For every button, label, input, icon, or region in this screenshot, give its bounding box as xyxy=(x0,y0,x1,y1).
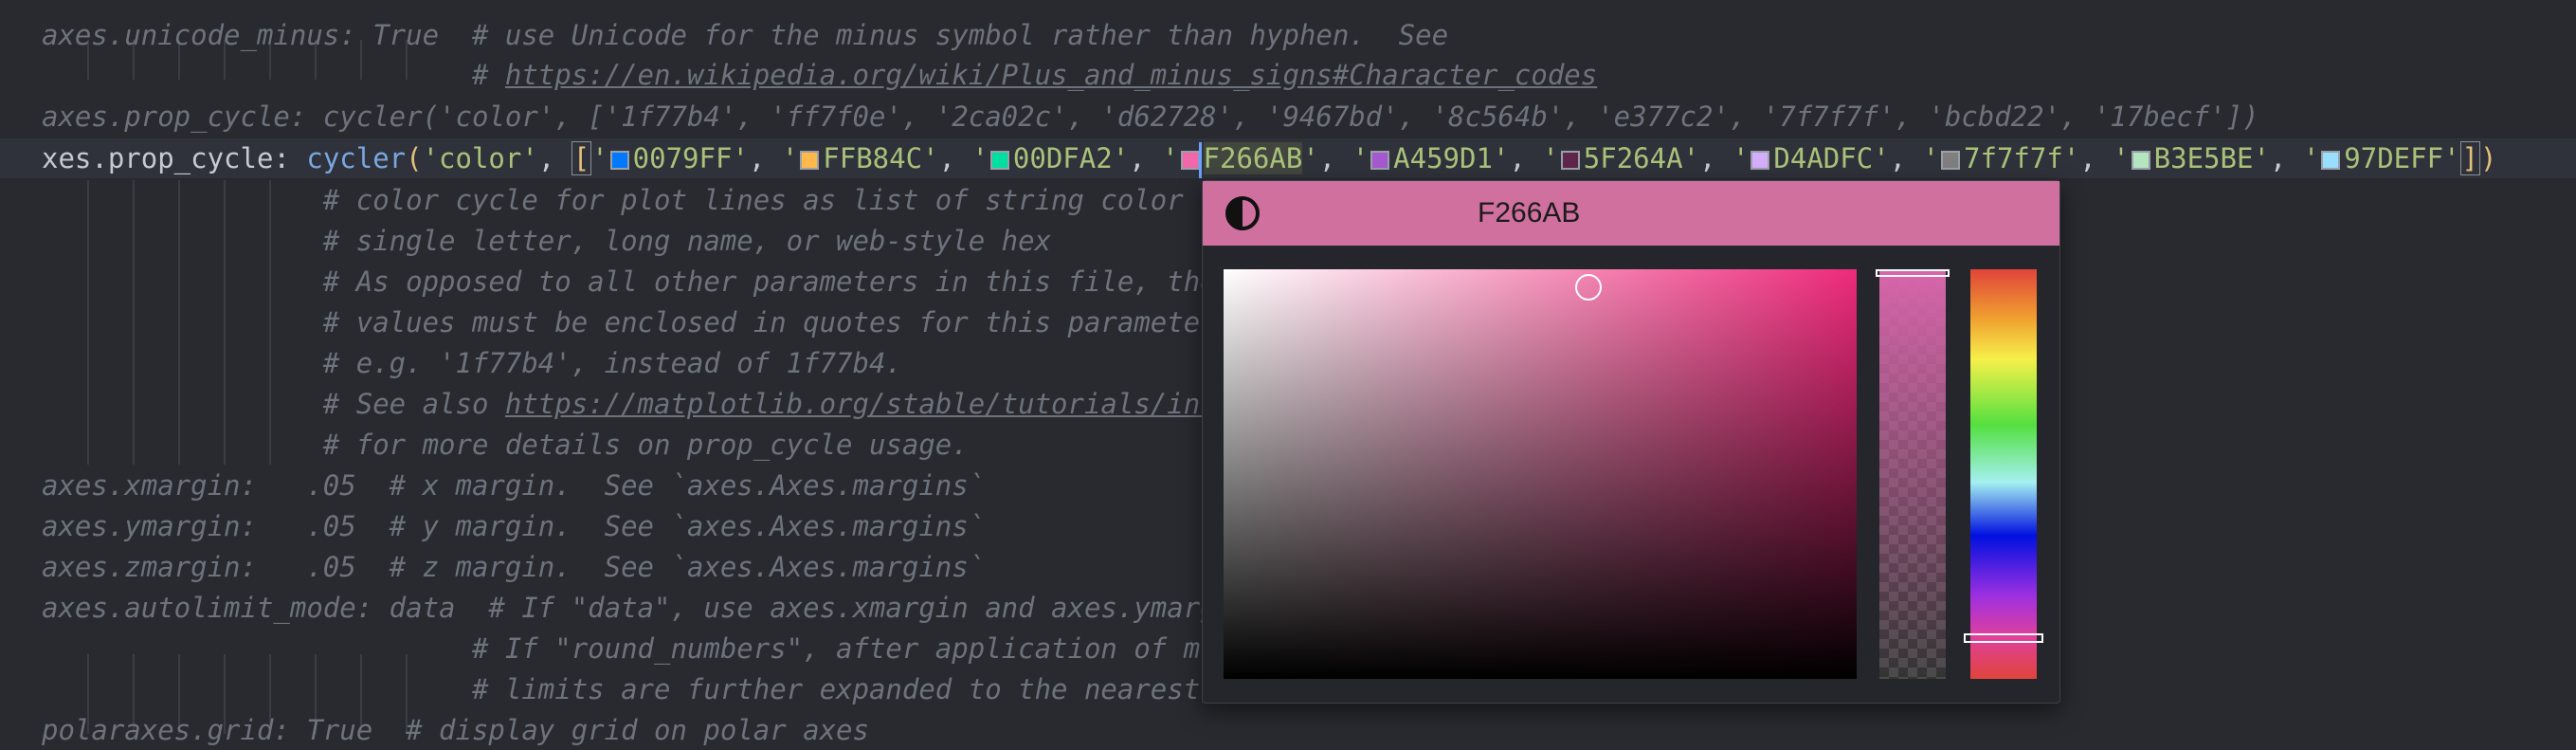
color-hex: FFB84C xyxy=(823,142,923,174)
color-swatch-icon[interactable] xyxy=(1751,151,1770,170)
color-swatch-icon[interactable] xyxy=(989,151,1009,170)
code-line-18: polaraxes.grid: True # display grid on p… xyxy=(42,714,869,746)
opacity-slider[interactable] xyxy=(1879,269,1946,679)
color-entry[interactable]: ' D4ADFC' xyxy=(1732,142,1890,174)
code-line-10: # See also https://matplotlib.org/stable… xyxy=(42,388,1217,420)
param-key: xes.prop_cycle xyxy=(42,142,274,174)
color-entry[interactable]: ' B3E5BE' xyxy=(2113,142,2270,174)
hex-value-label[interactable]: F266AB xyxy=(1478,181,1580,246)
code-line-16: # If "round_numbers", after application … xyxy=(42,632,1201,665)
color-entry[interactable]: ' 5F264A' xyxy=(1542,142,1699,174)
color-hex: D4ADFC xyxy=(1773,142,1874,174)
code-line-9: # e.g. '1f77b4', instead of 1f77b4. xyxy=(42,347,902,379)
color-swatch-icon[interactable] xyxy=(2321,151,2341,170)
color-swatch-icon[interactable] xyxy=(800,151,820,170)
opacity-slider-handle[interactable] xyxy=(1876,269,1950,277)
color-entry[interactable]: ' 0079FF' xyxy=(591,142,749,174)
text-caret xyxy=(1199,142,1202,178)
active-code-line[interactable]: xes.prop_cycle: cycler('color', [' 0079FF… xyxy=(0,138,2576,178)
color-swatch-icon[interactable] xyxy=(1180,151,1200,170)
matplotlib-link[interactable]: https://matplotlib.org/stable/tutorials/… xyxy=(505,388,1217,420)
color-entry[interactable]: ' A459D1' xyxy=(1352,142,1510,174)
color-entry[interactable]: ' 7f7f7f' xyxy=(1923,142,2080,174)
color-hex: A459D1 xyxy=(1393,142,1493,174)
comment-prefix: # xyxy=(42,59,505,91)
code-line-7: # As opposed to all other parameters in … xyxy=(42,265,1217,298)
color-entry[interactable]: ' 00DFA2' xyxy=(971,142,1129,174)
color-hex: F266AB xyxy=(1203,142,1303,174)
color-hex: B3E5BE xyxy=(2153,142,2254,174)
color-entry[interactable]: ' F266AB' xyxy=(1162,142,1319,174)
color-swatch-icon[interactable] xyxy=(1560,151,1580,170)
color-hex: 00DFA2 xyxy=(1012,142,1113,174)
hue-slider[interactable] xyxy=(1970,269,2037,679)
color-hex: 97DEFF xyxy=(2344,142,2444,174)
code-line-11: # for more details on prop_cycle usage. xyxy=(42,429,969,461)
color-swatch-icon[interactable] xyxy=(1370,151,1390,170)
cycler-function: cycler xyxy=(306,142,407,174)
contrast-icon[interactable] xyxy=(1225,196,1260,230)
color-hex: 7f7f7f xyxy=(1964,142,2063,174)
code-line-17: # limits are further expanded to the nea… xyxy=(42,673,1201,705)
color-swatch-icon[interactable] xyxy=(609,151,629,170)
color-arg: 'color' xyxy=(422,142,538,174)
code-line-2: # https://en.wikipedia.org/wiki/Plus_and… xyxy=(42,55,1597,95)
color-preview-header: F266AB xyxy=(1203,181,2059,246)
color-entry[interactable]: ' 97DEFF' xyxy=(2303,142,2460,174)
code-line-1: axes.unicode_minus: True # use Unicode f… xyxy=(42,19,1449,51)
saturation-handle[interactable] xyxy=(1575,274,1602,301)
code-line-5: # color cycle for plot lines as list of … xyxy=(42,184,1217,216)
code-line-3: axes.prop_cycle: cycler('color', ['1f77b… xyxy=(42,101,2259,133)
code-line-12: axes.xmargin: .05 # x margin. See `axes.… xyxy=(42,469,986,502)
color-entry[interactable]: ' FFB84C' xyxy=(782,142,939,174)
code-line-6: # single letter, long name, or web-style… xyxy=(42,225,1052,257)
code-line-14: axes.zmargin: .05 # z margin. See `axes.… xyxy=(42,551,986,583)
code-line-15: axes.autolimit_mode: data # If "data", u… xyxy=(42,592,1217,624)
saturation-value-area[interactable] xyxy=(1224,269,1857,679)
color-hex: 0079FF xyxy=(632,142,733,174)
color-hex: 5F264A xyxy=(1583,142,1683,174)
color-swatch-icon[interactable] xyxy=(2131,151,2150,170)
hue-slider-handle[interactable] xyxy=(1964,633,2043,643)
color-list: ' 0079FF', ' FFB84C', ' 00DFA2', ' F266AB', … xyxy=(591,142,2460,174)
color-picker-popup[interactable]: F266AB xyxy=(1202,180,2060,704)
color-swatch-icon[interactable] xyxy=(1941,151,1961,170)
code-line-8: # values must be enclosed in quotes for … xyxy=(42,306,1217,338)
wiki-link[interactable]: https://en.wikipedia.org/wiki/Plus_and_m… xyxy=(505,59,1597,91)
code-line-13: axes.ymargin: .05 # y margin. See `axes.… xyxy=(42,510,986,542)
